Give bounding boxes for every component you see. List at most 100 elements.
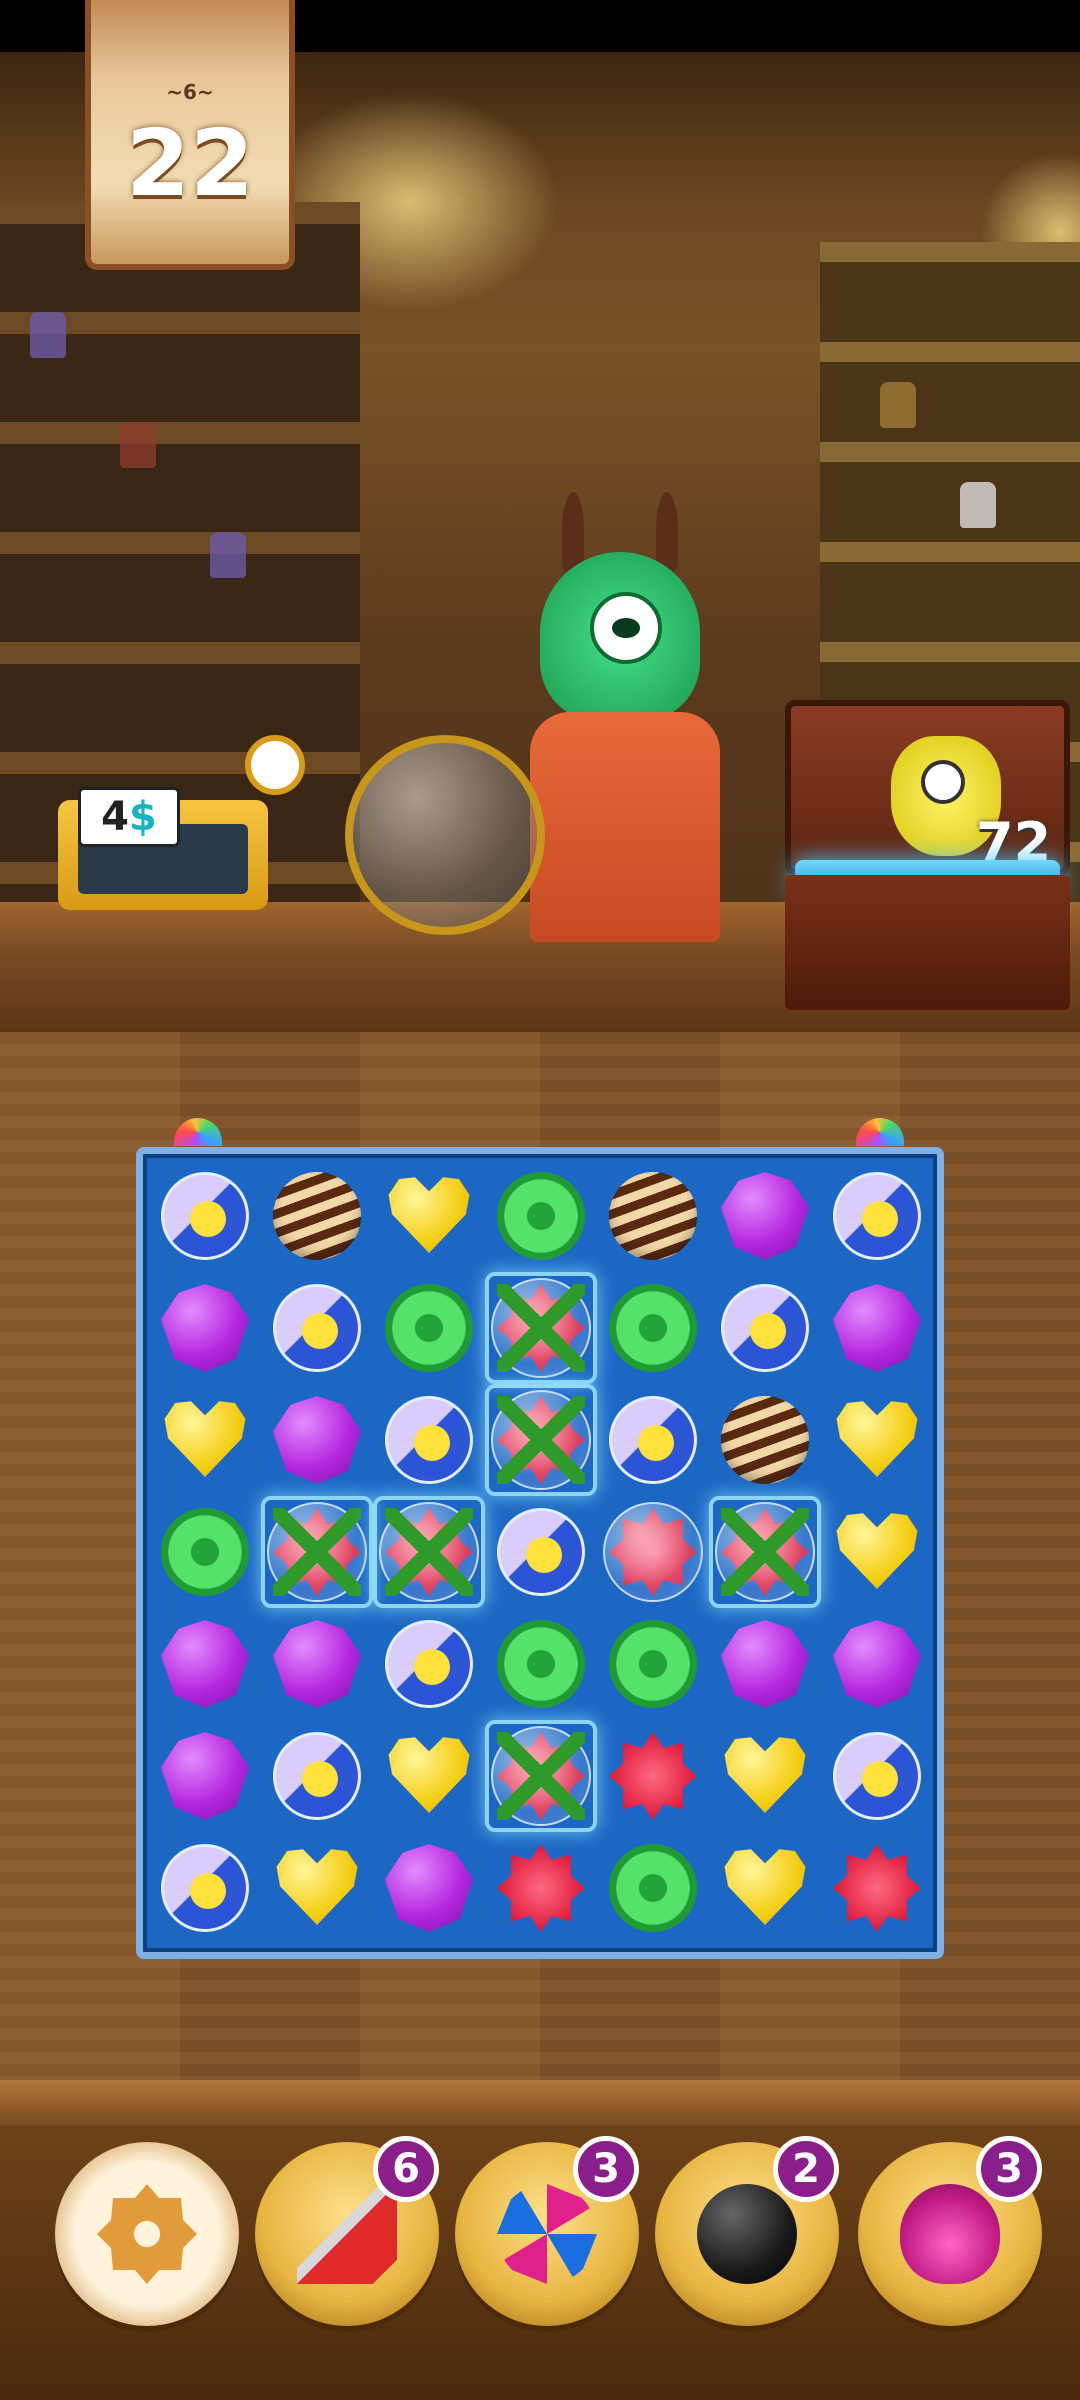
booster-count-badge: 6: [373, 2136, 439, 2202]
board-cell[interactable]: [261, 1720, 373, 1832]
moves-banner: ~6~ 22: [85, 0, 295, 270]
board-cell[interactable]: [597, 1160, 709, 1272]
booster-count-badge: 3: [976, 2136, 1042, 2202]
vine-icon: [497, 1396, 585, 1484]
board-cell[interactable]: [485, 1496, 597, 1608]
board-cell[interactable]: [373, 1160, 485, 1272]
board-cell[interactable]: [485, 1608, 597, 1720]
jar: [880, 382, 916, 428]
vine-icon: [497, 1732, 585, 1820]
grape-candy-icon: [721, 1172, 809, 1260]
capsule-candy-icon: [721, 1284, 809, 1372]
board-cell[interactable]: [485, 1720, 597, 1832]
flower-candy-icon: [497, 1844, 585, 1932]
board-cell[interactable]: [821, 1384, 933, 1496]
board-cell[interactable]: [261, 1384, 373, 1496]
board-cell[interactable]: [709, 1608, 821, 1720]
board-cell[interactable]: [149, 1272, 261, 1384]
monster-head: [540, 552, 700, 722]
board-cell[interactable]: [373, 1608, 485, 1720]
heart-candy-icon: [724, 1849, 806, 1925]
board-cell[interactable]: [261, 1272, 373, 1384]
vine-icon: [497, 1284, 585, 1372]
monster-eye: [590, 592, 662, 664]
board-cell[interactable]: [709, 1832, 821, 1944]
ring-candy-icon: [385, 1284, 473, 1372]
board-cell[interactable]: [597, 1832, 709, 1944]
shopkeeper-monster: [530, 492, 730, 942]
board-cell[interactable]: [821, 1272, 933, 1384]
board-cell[interactable]: [373, 1720, 485, 1832]
capsule-candy-icon: [385, 1396, 473, 1484]
donut-icon: [97, 2184, 197, 2284]
heart-candy-icon: [388, 1737, 470, 1813]
heart-candy-icon: [724, 1737, 806, 1813]
grape-candy-icon: [161, 1732, 249, 1820]
board-cell[interactable]: [149, 1496, 261, 1608]
flower-candy-icon: [833, 1844, 921, 1932]
board-cell[interactable]: [261, 1608, 373, 1720]
board-cell[interactable]: [485, 1832, 597, 1944]
board-cell[interactable]: [597, 1384, 709, 1496]
chest-base: [785, 875, 1070, 1010]
board-cell[interactable]: [821, 1720, 933, 1832]
jar: [210, 532, 246, 578]
heart-candy-icon: [836, 1401, 918, 1477]
board-cell[interactable]: [149, 1160, 261, 1272]
moves-counter: 22: [125, 110, 255, 217]
board-cell[interactable]: [597, 1608, 709, 1720]
board-cell[interactable]: [149, 1608, 261, 1720]
board-cell[interactable]: [597, 1272, 709, 1384]
donut-booster-button[interactable]: [55, 2142, 239, 2326]
board-cell[interactable]: [373, 1384, 485, 1496]
board-cell[interactable]: [373, 1832, 485, 1944]
board-cell[interactable]: [597, 1496, 709, 1608]
goal-chest: 72: [785, 700, 1070, 1010]
capsule-candy-icon: [273, 1732, 361, 1820]
board-cell[interactable]: [821, 1496, 933, 1608]
dart-booster-button[interactable]: 6: [255, 2136, 439, 2326]
ring-candy-icon: [609, 1844, 697, 1932]
board-cell[interactable]: [485, 1384, 597, 1496]
pinwheel-booster-button[interactable]: 3: [455, 2136, 639, 2326]
board-cell[interactable]: [821, 1832, 933, 1944]
board-cell[interactable]: [261, 1832, 373, 1944]
ring-candy-icon: [497, 1620, 585, 1708]
board-cell[interactable]: [149, 1832, 261, 1944]
board-cell[interactable]: [261, 1496, 373, 1608]
board-cell[interactable]: [709, 1160, 821, 1272]
heart-candy-icon: [164, 1401, 246, 1477]
capsule-candy-icon: [273, 1284, 361, 1372]
board-cell[interactable]: [261, 1160, 373, 1272]
board-cell[interactable]: [149, 1384, 261, 1496]
board-cell[interactable]: [373, 1496, 485, 1608]
heart-candy-icon: [388, 1177, 470, 1253]
board-cell[interactable]: [821, 1160, 933, 1272]
board-cell[interactable]: [709, 1496, 821, 1608]
heart-candy-icon: [276, 1849, 358, 1925]
monster-body: [530, 712, 720, 942]
board-cell[interactable]: [149, 1720, 261, 1832]
board-cell[interactable]: [373, 1272, 485, 1384]
jar: [30, 312, 66, 358]
capsule-candy-icon: [497, 1508, 585, 1596]
board-cell[interactable]: [485, 1160, 597, 1272]
capsule-candy-icon: [833, 1172, 921, 1260]
board-cell[interactable]: [597, 1720, 709, 1832]
board-cell[interactable]: [709, 1720, 821, 1832]
dart-icon: [297, 2184, 397, 2284]
vine-icon: [273, 1508, 361, 1596]
bottom-shelf: [0, 2080, 1080, 2126]
capsule-candy-icon: [161, 1172, 249, 1260]
potion-booster-button[interactable]: 3: [858, 2136, 1042, 2326]
board-cell[interactable]: [709, 1384, 821, 1496]
bomb-booster-button[interactable]: 2: [655, 2136, 839, 2326]
vine-icon: [385, 1508, 473, 1596]
vine-icon: [721, 1508, 809, 1596]
board-cell[interactable]: [485, 1272, 597, 1384]
board-cell[interactable]: [709, 1272, 821, 1384]
board-cell[interactable]: [821, 1608, 933, 1720]
game-board[interactable]: [136, 1147, 944, 1959]
left-shelves: [0, 202, 360, 902]
swirl-candy-icon: [721, 1396, 809, 1484]
